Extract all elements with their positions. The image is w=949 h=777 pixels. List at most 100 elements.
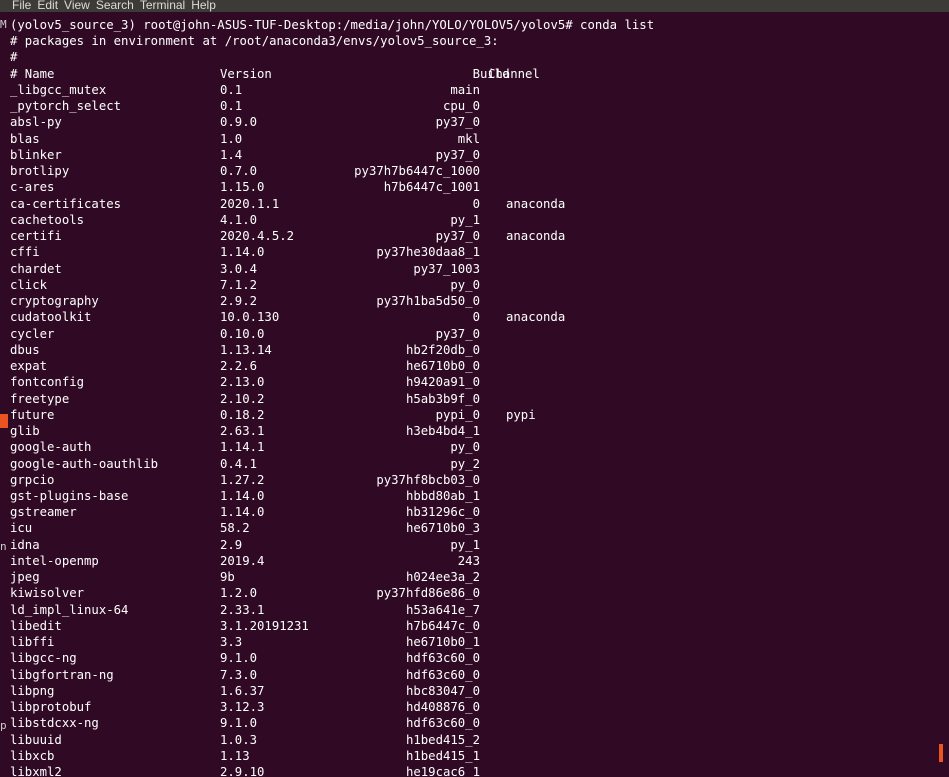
package-build: py_2 bbox=[450, 456, 480, 471]
package-version: 0.4.1 bbox=[220, 456, 258, 471]
package-version: 1.15.0 bbox=[220, 180, 265, 195]
package-name: libedit bbox=[10, 618, 62, 633]
package-version: 2.9.2 bbox=[220, 294, 258, 309]
package-version: 1.27.2 bbox=[220, 472, 265, 487]
col-name-header: # Name bbox=[10, 67, 55, 81]
package-version: 7.3.0 bbox=[220, 667, 258, 682]
package-version: 9.1.0 bbox=[220, 716, 258, 731]
package-name: brotlipy bbox=[10, 164, 70, 179]
package-name: libgcc-ng bbox=[10, 651, 77, 666]
menu-search[interactable]: Search bbox=[96, 0, 134, 12]
package-name: absl-py bbox=[10, 115, 62, 130]
package-name: _pytorch_select bbox=[10, 99, 122, 114]
package-name: click bbox=[10, 277, 48, 292]
package-version: 1.13.14 bbox=[220, 342, 272, 357]
package-build: hbc83047_0 bbox=[405, 683, 480, 698]
package-build: he6710b0_0 bbox=[405, 359, 480, 374]
package-version: 0.1 bbox=[220, 99, 243, 114]
package-name: libffi bbox=[10, 635, 55, 650]
package-build: py37he30daa8_1 bbox=[376, 245, 480, 260]
menu-file[interactable]: File bbox=[12, 0, 31, 12]
package-build: py37hf8bcb03_0 bbox=[376, 472, 480, 487]
package-version: 1.14.0 bbox=[220, 245, 265, 260]
package-version: 1.2.0 bbox=[220, 586, 258, 601]
package-build: py_0 bbox=[450, 440, 480, 455]
package-version: 0.9.0 bbox=[220, 115, 258, 130]
package-version: 1.4 bbox=[220, 147, 243, 162]
package-version: 0.10.0 bbox=[220, 326, 265, 341]
column-header-row: # Name Version Build Channel bbox=[10, 66, 540, 82]
package-name: intel-openmp bbox=[10, 553, 99, 568]
package-version: 2.9 bbox=[220, 537, 243, 552]
menu-edit[interactable]: Edit bbox=[37, 0, 58, 12]
package-name: certifi bbox=[10, 229, 62, 244]
package-version: 10.0.130 bbox=[220, 310, 280, 325]
package-name: kiwisolver bbox=[10, 586, 85, 601]
package-name: cycler bbox=[10, 326, 55, 341]
package-version: 2.10.2 bbox=[220, 391, 265, 406]
package-version: 2020.4.5.2 bbox=[220, 229, 295, 244]
package-version: 7.1.2 bbox=[220, 277, 258, 292]
package-build: he6710b0_1 bbox=[405, 635, 480, 650]
col-version-header: Version bbox=[220, 67, 272, 81]
package-build: hdf63c60_0 bbox=[405, 667, 480, 682]
package-build: pypi_0 bbox=[435, 407, 480, 422]
package-build: py37_0 bbox=[435, 229, 480, 244]
package-build: hbbd80ab_1 bbox=[405, 489, 480, 503]
command-prompt: (yolov5_source_3) root@john-ASUS-TUF-Des… bbox=[10, 18, 655, 32]
package-version: 9.1.0 bbox=[220, 651, 258, 666]
package-build: h7b6447c_1001 bbox=[383, 180, 480, 195]
package-name: grpcio bbox=[10, 472, 55, 487]
package-version: 2.33.1 bbox=[220, 602, 265, 617]
package-name: ca-certificates bbox=[10, 196, 122, 211]
package-build: h5ab3b9f_0 bbox=[405, 391, 480, 406]
scrollbar-thumb[interactable] bbox=[939, 744, 943, 762]
package-build: py37h7b6447c_1000 bbox=[354, 164, 480, 179]
package-name: ld_impl_linux-64 bbox=[10, 602, 129, 617]
package-name: libprotobuf bbox=[10, 700, 92, 715]
menu-help[interactable]: Help bbox=[191, 0, 216, 12]
menu-terminal[interactable]: Terminal bbox=[140, 0, 185, 12]
package-build: py_1 bbox=[450, 537, 480, 552]
package-name: future bbox=[10, 407, 55, 422]
terminal-output[interactable]: (yolov5_source_3) root@john-ASUS-TUF-Des… bbox=[0, 12, 949, 777]
package-build: 243 bbox=[457, 553, 480, 568]
edge-glyph: n bbox=[0, 540, 7, 553]
package-name: gstreamer bbox=[10, 505, 77, 520]
package-name: blinker bbox=[10, 147, 62, 162]
package-version: 2.9.10 bbox=[220, 765, 265, 777]
package-build: 0 bbox=[472, 310, 480, 325]
package-name: fontconfig bbox=[10, 375, 85, 390]
package-name: cudatoolkit bbox=[10, 310, 92, 325]
package-name: libstdcxx-ng bbox=[10, 716, 99, 731]
package-name: glib bbox=[10, 424, 40, 439]
package-version: 58.2 bbox=[220, 521, 250, 536]
package-channel: anaconda bbox=[506, 310, 566, 325]
package-name: libgfortran-ng bbox=[10, 667, 114, 682]
package-name: icu bbox=[10, 521, 33, 536]
package-build: he6710b0_3 bbox=[405, 521, 480, 536]
env-header: # packages in environment at /root/anaco… bbox=[10, 34, 499, 48]
package-version: 4.1.0 bbox=[220, 212, 258, 227]
package-name: gst-plugins-base bbox=[10, 489, 129, 503]
package-name: libxcb bbox=[10, 748, 55, 763]
package-build: h3eb4bd4_1 bbox=[405, 424, 480, 439]
package-build: py_1 bbox=[450, 212, 480, 227]
package-version: 3.3 bbox=[220, 635, 243, 650]
package-version: 1.0.3 bbox=[220, 732, 258, 747]
package-version: 1.14.0 bbox=[220, 505, 265, 520]
package-name: cffi bbox=[10, 245, 40, 260]
package-build: he19cac6_1 bbox=[405, 765, 480, 777]
background-window-edge: M n p bbox=[0, 12, 8, 777]
package-name: chardet bbox=[10, 261, 62, 276]
package-build: h7b6447c_0 bbox=[405, 618, 480, 633]
edge-glyph: M bbox=[0, 18, 7, 31]
package-channel: pypi bbox=[506, 407, 536, 422]
comment-line: # bbox=[10, 50, 18, 64]
package-version: 1.14.1 bbox=[220, 440, 265, 455]
package-version: 0.18.2 bbox=[220, 407, 265, 422]
package-build: hd408876_0 bbox=[405, 700, 480, 715]
menu-view[interactable]: View bbox=[64, 0, 90, 12]
terminal-scrollbar[interactable] bbox=[935, 12, 949, 777]
package-build: h1bed415_1 bbox=[405, 748, 480, 763]
